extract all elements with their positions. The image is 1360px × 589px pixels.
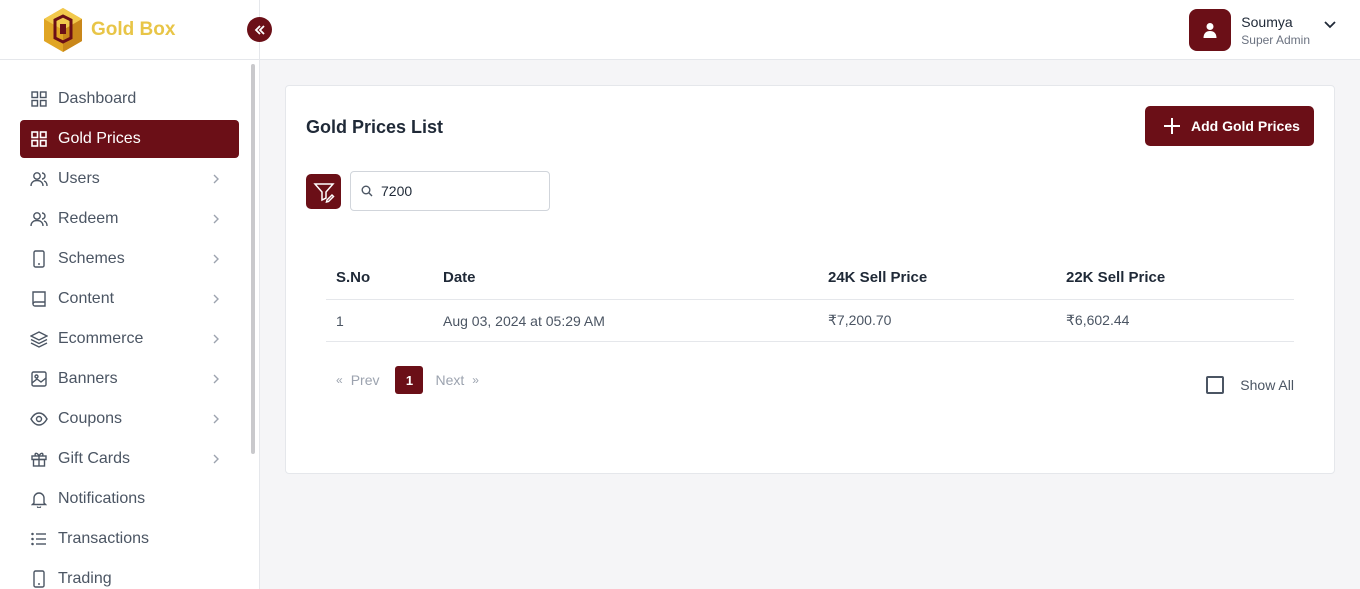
column-header-24k-sell-price[interactable]: 24K Sell Price — [828, 269, 1066, 286]
sidebar-item-label: Notifications — [58, 490, 146, 507]
table-header: S.No Date 24K Sell Price 22K Sell Price — [326, 256, 1294, 300]
user-icon — [1203, 23, 1217, 38]
image-icon — [30, 370, 48, 388]
top-bar: Soumya Super Admin — [260, 0, 1360, 60]
user-role: Super Admin — [1241, 32, 1310, 47]
show-all-checkbox[interactable] — [1206, 376, 1225, 394]
cell-date: Aug 03, 2024 at 05:29 AM — [443, 312, 605, 329]
add-gold-prices-label: Add Gold Prices — [1191, 118, 1300, 134]
table-row[interactable]: 1 Aug 03, 2024 at 05:29 AM ₹7,200.70 ₹6,… — [326, 300, 1294, 342]
cell-22k-sell-price: ₹6,602.44 — [1066, 312, 1130, 328]
chevron-right-icon — [209, 172, 223, 186]
cell-24k-sell-price: ₹7,200.70 — [828, 312, 892, 328]
chevron-right-icon — [209, 332, 223, 346]
brand[interactable]: Gold Box — [0, 0, 259, 60]
avatar[interactable] — [1189, 9, 1232, 51]
sidebar-nav: Dashboard Gold Prices Users Redeem Schem… — [0, 60, 259, 589]
collapse-sidebar-button[interactable] — [247, 17, 272, 42]
sidebar-item-schemes[interactable]: Schemes — [20, 240, 239, 278]
sidebar-item-transactions[interactable]: Transactions — [20, 520, 239, 558]
sidebar-item-notifications[interactable]: Notifications — [20, 480, 239, 518]
sidebar-item-coupons[interactable]: Coupons — [20, 400, 239, 438]
filter-button[interactable] — [306, 174, 341, 209]
show-all-toggle[interactable]: Show All — [1206, 376, 1294, 394]
grid-icon — [30, 130, 48, 148]
bell-icon — [30, 490, 48, 508]
chevron-right-icon — [209, 372, 223, 386]
sidebar-item-label: Users — [58, 170, 100, 187]
plus-icon — [1163, 117, 1181, 135]
sidebar-item-content[interactable]: Content — [20, 280, 239, 318]
tablet-icon — [30, 250, 48, 268]
gold-prices-card: Gold Prices List Add Gold Prices S.No Da… — [285, 85, 1335, 474]
gold-box-logo — [44, 7, 82, 52]
sidebar: Gold Box Dashboard Gold Prices Users Red… — [0, 0, 260, 589]
double-chevron-left-icon — [254, 24, 265, 35]
sidebar-item-label: Coupons — [58, 410, 123, 427]
list-icon — [30, 530, 48, 548]
sidebar-item-label: Gold Prices — [58, 130, 141, 147]
users-icon — [30, 210, 48, 228]
gift-icon — [30, 450, 48, 468]
layers-icon — [30, 330, 48, 348]
chevron-right-icon — [209, 252, 223, 266]
show-all-label: Show All — [1240, 377, 1294, 393]
add-gold-prices-button[interactable]: Add Gold Prices — [1145, 106, 1314, 146]
first-page-button[interactable]: « — [336, 373, 343, 387]
sidebar-item-label: Schemes — [58, 250, 125, 267]
filter-edit-icon — [312, 182, 335, 203]
sidebar-item-label: Redeem — [58, 210, 119, 227]
chevron-right-icon — [209, 452, 223, 466]
sidebar-item-gift-cards[interactable]: Gift Cards — [20, 440, 239, 478]
sidebar-item-label: Transactions — [58, 530, 149, 547]
prev-page-button[interactable]: Prev — [351, 372, 380, 388]
brand-name: Gold Box — [91, 18, 176, 40]
users-icon — [30, 170, 48, 188]
chevron-down-icon[interactable] — [1324, 16, 1336, 34]
page-title: Gold Prices List — [306, 117, 444, 137]
tablet-icon — [30, 570, 48, 588]
sidebar-item-ecommerce[interactable]: Ecommerce — [20, 320, 239, 358]
eye-icon — [30, 410, 48, 428]
sidebar-scrollbar[interactable] — [251, 64, 255, 454]
grid-icon — [30, 90, 48, 108]
column-header-sno[interactable]: S.No — [326, 269, 443, 286]
sidebar-item-redeem[interactable]: Redeem — [20, 200, 239, 238]
last-page-button[interactable]: » — [472, 373, 479, 387]
sidebar-item-label: Banners — [58, 370, 118, 387]
next-page-button[interactable]: Next — [435, 372, 464, 388]
sidebar-item-dashboard[interactable]: Dashboard — [20, 80, 239, 118]
cell-sno: 1 — [336, 312, 344, 329]
sidebar-item-label: Dashboard — [58, 90, 137, 107]
sidebar-item-gold-prices[interactable]: Gold Prices — [20, 120, 239, 158]
user-name: Soumya — [1241, 13, 1293, 30]
chevron-right-icon — [209, 292, 223, 306]
gold-prices-table: S.No Date 24K Sell Price 22K Sell Price … — [326, 256, 1294, 342]
search-input[interactable] — [381, 183, 541, 199]
column-header-22k-sell-price[interactable]: 22K Sell Price — [1066, 269, 1294, 286]
search-box[interactable] — [350, 171, 550, 211]
sidebar-item-label: Content — [58, 290, 115, 307]
column-header-date[interactable]: Date — [443, 269, 828, 286]
sidebar-item-label: Gift Cards — [58, 450, 131, 467]
sidebar-item-label: Trading — [58, 570, 112, 587]
sidebar-item-label: Ecommerce — [58, 330, 144, 347]
chevron-right-icon — [209, 212, 223, 226]
sidebar-item-trading[interactable]: Trading — [20, 560, 239, 589]
sidebar-item-banners[interactable]: Banners — [20, 360, 239, 398]
sidebar-item-users[interactable]: Users — [20, 160, 239, 198]
chevron-right-icon — [209, 412, 223, 426]
pagination: « Prev 1 Next » — [336, 366, 487, 394]
book-icon — [30, 290, 48, 308]
user-menu[interactable]: Soumya Super Admin — [1189, 9, 1336, 51]
user-info: Soumya Super Admin — [1241, 14, 1310, 47]
search-icon — [361, 185, 373, 197]
page-number-current[interactable]: 1 — [395, 366, 424, 394]
